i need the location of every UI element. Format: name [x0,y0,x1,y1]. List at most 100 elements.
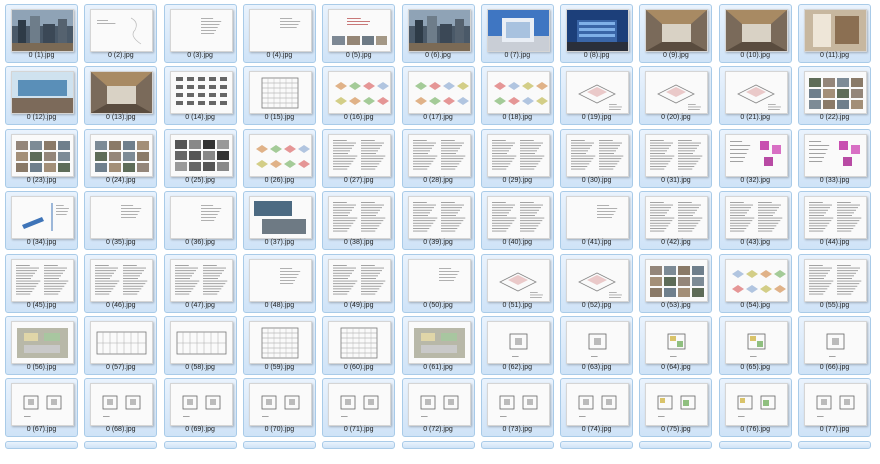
file-thumbnail-item[interactable]: 0 (35).jpg [84,191,158,251]
file-name-label: 0 (58).jpg [185,364,215,371]
file-thumbnail-item[interactable]: 0 (68).jpg [84,378,158,438]
file-thumbnail-item[interactable]: 0 (28).jpg [401,128,475,188]
thumbnail-image [90,258,154,302]
file-thumbnail-item[interactable]: 0 (77).jpg [798,378,871,438]
file-thumbnail-item[interactable]: 0 (23).jpg [5,128,78,188]
file-thumbnail-item[interactable]: 0 (40).jpg [480,191,554,251]
file-thumbnail-item[interactable]: 0 (8).jpg [560,4,634,63]
file-thumbnail-item[interactable]: 0 (34).jpg [5,191,78,251]
file-thumbnail-item[interactable]: 0 (29).jpg [480,128,554,188]
file-thumbnail-item[interactable]: 0 (69).jpg [163,378,237,438]
file-thumbnail-item[interactable]: 0 (44).jpg [798,191,871,251]
file-name-label: 0 (35).jpg [106,239,136,247]
file-thumbnail-item[interactable]: 0 (58).jpg [163,316,237,375]
file-thumbnail-item[interactable]: 0 (10).jpg [718,4,792,63]
file-thumbnail-item[interactable]: 0 (48).jpg [242,253,316,313]
file-thumbnail-item[interactable]: 0 (59).jpg [242,316,316,375]
file-thumbnail-item[interactable]: 0 (27).jpg [322,128,396,188]
file-thumbnail-item[interactable]: 0 (70).jpg [242,378,316,438]
file-thumbnail-item[interactable]: 0 (46).jpg [84,253,158,313]
file-thumbnail-item[interactable]: 0 (57).jpg [84,316,158,375]
file-thumbnail-item[interactable]: 0 (6).jpg [401,4,475,63]
file-thumbnail-item[interactable]: 0 (54).jpg [718,253,792,313]
file-thumbnail-item[interactable]: 0 (49).jpg [322,253,396,313]
file-thumbnail-item[interactable]: 0 (55).jpg [798,253,871,313]
file-thumbnail-item[interactable]: 0 (74).jpg [560,378,634,438]
thumbnail-image [11,321,74,364]
file-thumbnail-item[interactable]: 0 (67).jpg [5,378,78,438]
file-thumbnail-item[interactable]: 0 (20).jpg [639,66,713,126]
file-thumbnail-item[interactable]: 0 (18).jpg [480,66,554,126]
file-thumbnail-item[interactable]: 0 (19).jpg [560,66,634,126]
file-thumbnail-item[interactable]: 0 (47).jpg [163,253,237,313]
file-thumbnail-item-partial[interactable] [242,440,316,449]
file-thumbnail-item[interactable]: 0 (42).jpg [639,191,713,251]
file-thumbnail-item[interactable]: 0 (17).jpg [401,66,475,126]
file-thumbnail-item[interactable]: 0 (4).jpg [242,4,316,63]
file-thumbnail-item[interactable]: 0 (31).jpg [639,128,713,188]
thumbnail-image [566,258,630,302]
file-thumbnail-item[interactable]: 0 (15).jpg [242,66,316,126]
thumbnail-image [486,9,550,52]
file-name-label: 0 (66).jpg [819,364,850,371]
file-thumbnail-item[interactable]: 0 (3).jpg [163,4,237,63]
file-thumbnail-item[interactable]: 0 (2).jpg [84,4,158,63]
file-thumbnail-item[interactable]: 0 (75).jpg [639,378,713,438]
file-name-label: 0 (4).jpg [266,52,293,59]
file-thumbnail-item[interactable]: 0 (38).jpg [322,191,396,251]
file-thumbnail-item[interactable]: 0 (30).jpg [560,128,634,188]
file-thumbnail-item[interactable]: 0 (50).jpg [401,253,475,313]
thumbnail-image [248,71,312,115]
thumbnail-image [645,9,709,52]
file-thumbnail-item[interactable]: 0 (73).jpg [480,378,554,438]
file-thumbnail-item[interactable]: 0 (62).jpg [480,316,554,375]
file-thumbnail-item[interactable]: 0 (63).jpg [560,316,634,375]
file-thumbnail-item[interactable]: 0 (65).jpg [718,316,792,375]
file-thumbnail-item[interactable]: 0 (21).jpg [718,66,792,126]
file-thumbnail-item[interactable]: 0 (32).jpg [718,128,792,188]
file-thumbnail-item[interactable]: 0 (52).jpg [560,253,634,313]
file-thumbnail-item[interactable]: 0 (56).jpg [5,316,78,375]
file-thumbnail-item[interactable]: 0 (7).jpg [480,4,554,63]
file-thumbnail-item[interactable]: 0 (14).jpg [163,66,237,126]
file-thumbnail-item[interactable]: 0 (37).jpg [242,191,316,251]
file-thumbnail-item[interactable]: 0 (33).jpg [798,128,871,188]
file-thumbnail-item[interactable]: 0 (1).jpg [5,4,78,63]
file-thumbnail-item-partial[interactable] [560,440,634,449]
file-thumbnail-item[interactable]: 0 (60).jpg [322,316,396,375]
file-thumbnail-item[interactable]: 0 (72).jpg [401,378,475,438]
file-thumbnail-item[interactable]: 0 (39).jpg [401,191,475,251]
file-thumbnail-item[interactable]: 0 (16).jpg [322,66,396,126]
file-thumbnail-item[interactable]: 0 (76).jpg [718,378,792,438]
file-thumbnail-item[interactable]: 0 (5).jpg [322,4,396,63]
file-name-label: 0 (47).jpg [185,301,215,309]
file-thumbnail-item[interactable]: 0 (53).jpg [639,253,713,313]
file-thumbnail-item[interactable]: 0 (12).jpg [5,66,78,126]
file-thumbnail-item[interactable]: 0 (71).jpg [322,378,396,438]
file-thumbnail-item[interactable]: 0 (64).jpg [639,316,713,375]
file-thumbnail-item-partial[interactable] [84,440,158,449]
file-thumbnail-item[interactable]: 0 (25).jpg [163,128,237,188]
file-thumbnail-item[interactable]: 0 (22).jpg [798,66,871,126]
file-thumbnail-item[interactable]: 0 (45).jpg [5,253,78,313]
file-name-label: 0 (24).jpg [106,176,136,184]
file-thumbnail-item-partial[interactable] [718,440,792,449]
file-thumbnail-item-partial[interactable] [639,440,713,449]
file-thumbnail-item-partial[interactable] [480,440,554,449]
file-thumbnail-item[interactable]: 0 (11).jpg [798,4,871,63]
file-thumbnail-item[interactable]: 0 (61).jpg [401,316,475,375]
file-thumbnail-item[interactable]: 0 (41).jpg [560,191,634,251]
file-thumbnail-item[interactable]: 0 (26).jpg [242,128,316,188]
file-thumbnail-item[interactable]: 0 (66).jpg [798,316,871,375]
file-thumbnail-item[interactable]: 0 (51).jpg [480,253,554,313]
file-thumbnail-item-partial[interactable] [798,440,871,449]
file-thumbnail-item[interactable]: 0 (43).jpg [718,191,792,251]
file-thumbnail-item-partial[interactable] [5,440,78,449]
file-thumbnail-item[interactable]: 0 (13).jpg [84,66,158,126]
file-thumbnail-item-partial[interactable] [163,440,237,449]
file-thumbnail-item-partial[interactable] [401,440,475,449]
file-thumbnail-item[interactable]: 0 (24).jpg [84,128,158,188]
file-thumbnail-item[interactable]: 0 (9).jpg [639,4,713,63]
file-thumbnail-item-partial[interactable] [322,440,396,449]
file-thumbnail-item[interactable]: 0 (36).jpg [163,191,237,251]
